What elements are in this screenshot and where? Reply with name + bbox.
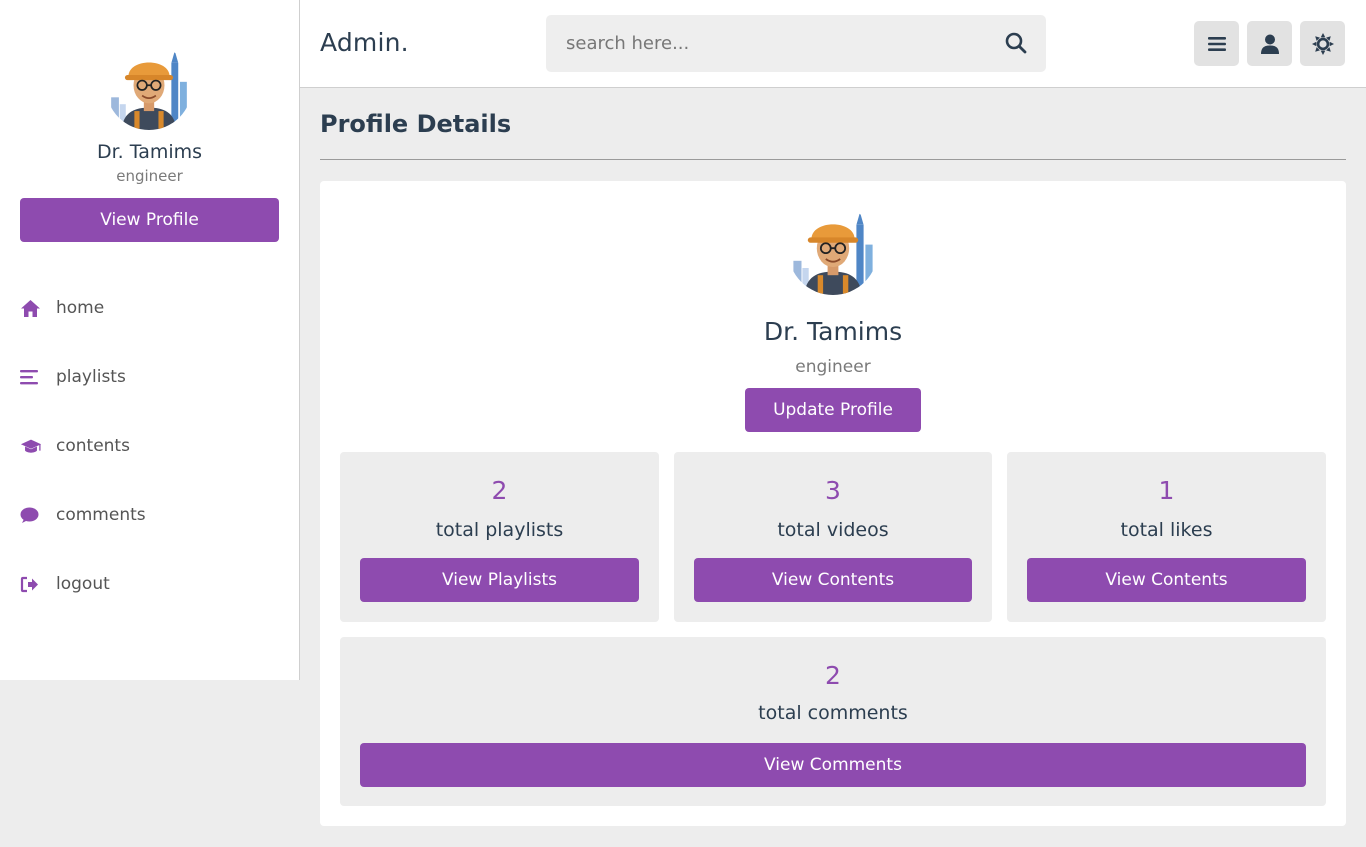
avatar[interactable]: [106, 44, 192, 130]
profile-role: engineer: [795, 357, 871, 377]
menu-icon[interactable]: [1194, 21, 1239, 66]
sidebar-item-label: contents: [56, 436, 130, 456]
view-playlists-button[interactable]: View Playlists: [360, 558, 639, 602]
stat-label: total videos: [777, 519, 889, 541]
sidebar-item-label: comments: [56, 505, 146, 525]
sidebar-item-comments[interactable]: comments: [20, 493, 146, 537]
sidebar-item-logout[interactable]: logout: [20, 562, 146, 606]
stat-value: 1: [1158, 476, 1175, 505]
profile-name: Dr. Tamims: [763, 317, 903, 346]
profile-card: Dr. Tamims engineer Update Profile 2 tot…: [320, 181, 1346, 826]
stat-value: 2: [825, 661, 841, 690]
search-icon[interactable]: [1004, 31, 1028, 55]
home-icon: [20, 298, 42, 318]
list-icon: [20, 367, 42, 387]
logout-icon: [20, 574, 42, 594]
sidebar-item-home[interactable]: home: [20, 286, 146, 330]
sidebar-item-contents[interactable]: contents: [20, 424, 146, 468]
sidebar-item-playlists[interactable]: playlists: [20, 355, 146, 399]
header-actions: [1194, 21, 1345, 66]
logo[interactable]: Admin.: [320, 28, 409, 57]
user-icon[interactable]: [1247, 21, 1292, 66]
sidebar-item-label: logout: [56, 574, 110, 594]
sidebar-item-label: playlists: [56, 367, 126, 387]
profile-name: Dr. Tamims: [96, 141, 203, 163]
stat-label: total comments: [758, 702, 908, 724]
stat-card-comments: 2 total comments View Comments: [340, 637, 1326, 806]
header: Admin.: [300, 0, 1366, 88]
divider: [320, 159, 1346, 160]
view-contents-button[interactable]: View Contents: [694, 558, 972, 602]
comment-icon: [20, 505, 42, 525]
stat-value: 2: [491, 476, 508, 505]
stat-value: 3: [825, 476, 841, 505]
update-profile-button[interactable]: Update Profile: [745, 388, 921, 432]
sidebar-nav: home playlists contents comments logout: [20, 286, 146, 631]
sidebar-item-label: home: [56, 298, 105, 318]
stat-card-playlists: 2 total playlists View Playlists: [340, 452, 659, 622]
profile-role: engineer: [116, 167, 183, 185]
graduation-cap-icon: [20, 436, 42, 456]
view-contents-button[interactable]: View Contents: [1027, 558, 1306, 602]
search-input[interactable]: [546, 15, 986, 72]
stat-card-videos: 3 total videos View Contents: [674, 452, 992, 622]
stat-label: total playlists: [435, 519, 564, 541]
view-comments-button[interactable]: View Comments: [360, 743, 1306, 787]
stat-label: total likes: [1120, 519, 1213, 541]
page-title: Profile Details: [320, 110, 512, 138]
avatar: [788, 205, 878, 295]
search-form: [546, 15, 1046, 72]
stat-card-likes: 1 total likes View Contents: [1007, 452, 1326, 622]
view-profile-button[interactable]: View Profile: [20, 198, 279, 242]
theme-toggle-icon[interactable]: [1300, 21, 1345, 66]
sidebar: Dr. Tamims engineer View Profile home pl…: [0, 0, 300, 680]
